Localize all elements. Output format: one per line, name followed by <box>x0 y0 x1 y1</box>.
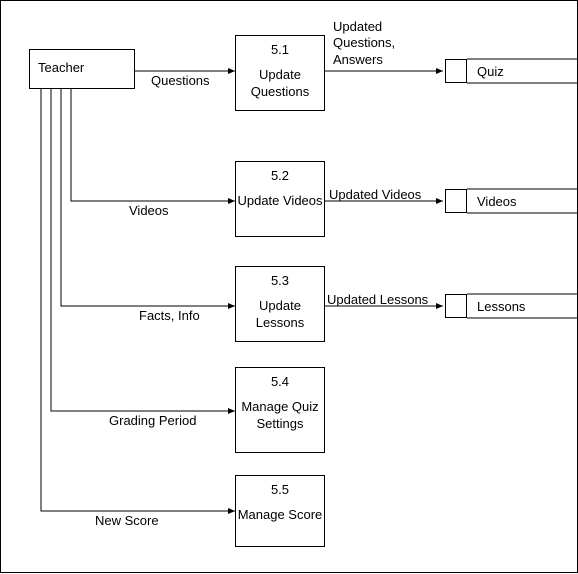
process-name: Manage Quiz Settings <box>236 399 324 433</box>
entity-label: Teacher <box>30 50 134 85</box>
flow-facts-info: Facts, Info <box>139 308 200 323</box>
flow-updated-qa: Updated Questions, Answers <box>333 19 395 68</box>
flow-videos: Videos <box>129 203 169 218</box>
datastore-videos-label: Videos <box>477 194 517 209</box>
process-name: Update Questions <box>236 67 324 101</box>
process-5-4: 5.4 Manage Quiz Settings <box>235 367 325 453</box>
flow-updated-videos: Updated Videos <box>329 187 421 202</box>
process-num: 5.1 <box>236 42 324 57</box>
datastore-lessons-label: Lessons <box>477 299 525 314</box>
dfd-frame: Teacher 5.1 Update Questions 5.2 Update … <box>0 0 578 573</box>
process-num: 5.2 <box>236 168 324 183</box>
process-5-5: 5.5 Manage Score <box>235 475 325 547</box>
flow-updated-lessons: Updated Lessons <box>327 292 428 307</box>
process-name: Manage Score <box>236 507 324 524</box>
flow-new-score: New Score <box>95 513 159 528</box>
process-name: Update Lessons <box>236 298 324 332</box>
datastore-tab-videos <box>445 189 467 213</box>
process-5-2: 5.2 Update Videos <box>235 161 325 237</box>
datastore-tab-lessons <box>445 294 467 318</box>
process-num: 5.5 <box>236 482 324 497</box>
entity-teacher: Teacher <box>29 49 135 89</box>
process-name: Update Videos <box>236 193 324 210</box>
datastore-quiz-label: Quiz <box>477 64 504 79</box>
flow-grading-period: Grading Period <box>109 413 196 428</box>
flow-questions: Questions <box>151 73 210 88</box>
process-5-3: 5.3 Update Lessons <box>235 266 325 342</box>
process-5-1: 5.1 Update Questions <box>235 35 325 111</box>
datastore-tab-quiz <box>445 59 467 83</box>
process-num: 5.4 <box>236 374 324 389</box>
process-num: 5.3 <box>236 273 324 288</box>
